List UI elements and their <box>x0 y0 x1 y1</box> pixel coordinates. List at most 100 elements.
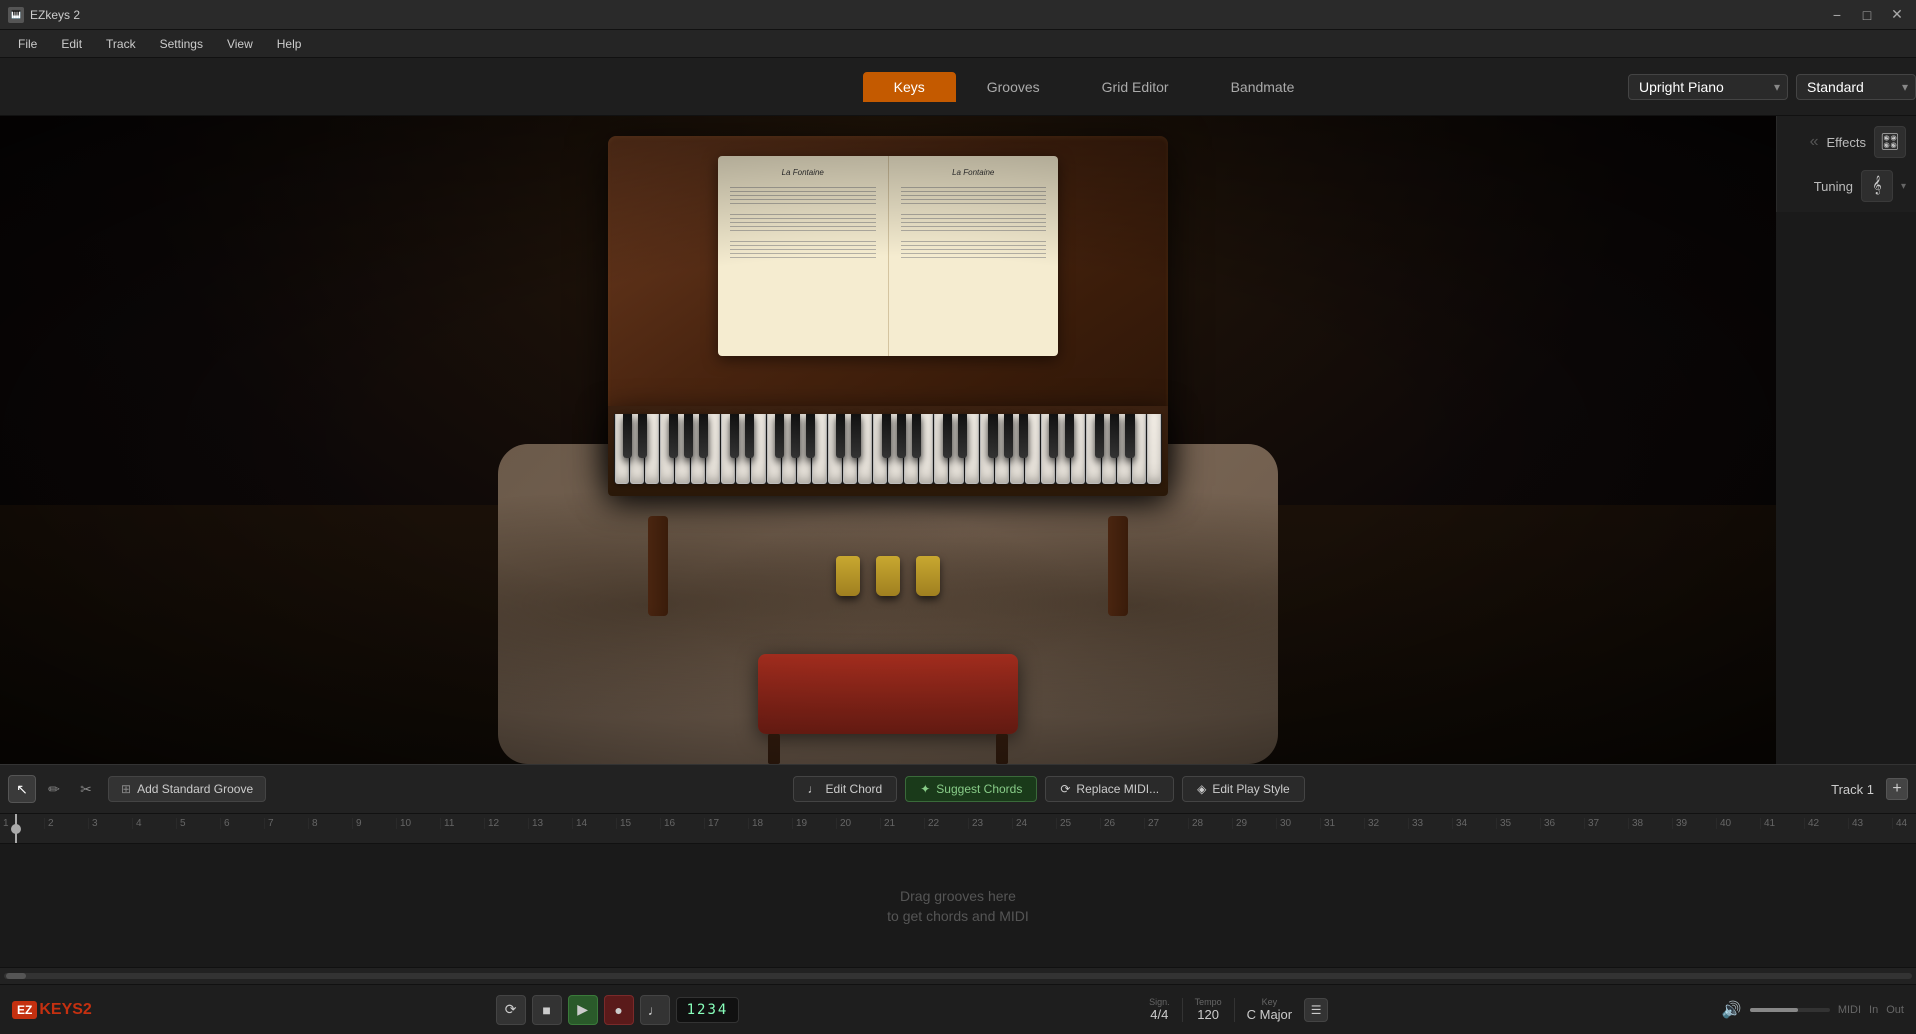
ruler-mark-40: 40 <box>1716 818 1760 829</box>
white-key[interactable] <box>919 414 933 484</box>
edit-play-style-button[interactable]: ◈ Edit Play Style <box>1182 776 1305 802</box>
volume-slider[interactable] <box>1750 1008 1830 1012</box>
ruler-mark-23: 23 <box>968 818 1012 829</box>
timeline-track[interactable]: Drag grooves here to get chords and MIDI <box>0 844 1916 968</box>
close-button[interactable]: ✕ <box>1886 4 1908 26</box>
instrument-selector-wrapper[interactable]: Upright Piano <box>1628 74 1788 100</box>
side-effects-row[interactable]: « Effects 🎛 <box>1777 122 1916 162</box>
pedal-left[interactable] <box>836 556 860 596</box>
white-key[interactable] <box>1056 414 1070 484</box>
menu-view[interactable]: View <box>217 35 263 53</box>
piano-leg-left <box>648 516 668 616</box>
ruler-mark-5: 5 <box>176 818 220 829</box>
suggest-chords-button[interactable]: ✦ Suggest Chords <box>905 776 1037 802</box>
preset-selector[interactable]: Standard <box>1796 74 1916 100</box>
sheet-music: La Fontaine <box>718 156 1058 356</box>
white-key[interactable] <box>1147 414 1161 484</box>
pencil-tool-button[interactable]: ✏ <box>40 775 68 803</box>
white-key[interactable] <box>660 414 674 484</box>
white-key[interactable] <box>934 414 948 484</box>
white-keys[interactable] <box>614 414 1162 484</box>
add-groove-button[interactable]: ⊞ Add Standard Groove <box>108 776 266 802</box>
white-key[interactable] <box>904 414 918 484</box>
bottom-toolbar: ↖ ✏ ✂ ⊞ Add Standard Groove ♩ Edit Chord… <box>0 764 1916 814</box>
white-key[interactable] <box>797 414 811 484</box>
select-tool-button[interactable]: ↖ <box>8 775 36 803</box>
white-key[interactable] <box>965 414 979 484</box>
stop-button[interactable]: ■ <box>532 995 562 1025</box>
effects-icon: 🎛 <box>1880 132 1900 152</box>
tab-grooves[interactable]: Grooves <box>956 72 1071 102</box>
add-groove-icon: ⊞ <box>121 782 131 796</box>
record-button[interactable]: ● <box>604 995 634 1025</box>
white-key[interactable] <box>1117 414 1131 484</box>
pedal-center[interactable] <box>876 556 900 596</box>
white-key[interactable] <box>843 414 857 484</box>
white-key[interactable] <box>645 414 659 484</box>
loop-button[interactable]: ⟳ <box>496 995 526 1025</box>
white-key[interactable] <box>691 414 705 484</box>
bench-leg-right <box>996 734 1008 764</box>
white-key[interactable] <box>858 414 872 484</box>
menu-edit[interactable]: Edit <box>51 35 92 53</box>
white-key[interactable] <box>782 414 796 484</box>
white-key[interactable] <box>706 414 720 484</box>
menu-file[interactable]: File <box>8 35 47 53</box>
white-key[interactable] <box>995 414 1009 484</box>
pedal-right[interactable] <box>916 556 940 596</box>
menu-help[interactable]: Help <box>267 35 312 53</box>
white-key[interactable] <box>675 414 689 484</box>
white-key[interactable] <box>736 414 750 484</box>
white-key[interactable] <box>1102 414 1116 484</box>
tab-bandmate[interactable]: Bandmate <box>1200 72 1326 102</box>
scroll-thumb[interactable] <box>6 973 26 979</box>
white-key[interactable] <box>1086 414 1100 484</box>
piano-body: La Fontaine <box>608 136 1168 556</box>
play-button[interactable]: ▶ <box>568 995 598 1025</box>
white-key[interactable] <box>751 414 765 484</box>
sheet-title-left: La Fontaine <box>730 168 876 177</box>
titlebar-left: 🎹 EZkeys 2 <box>8 7 80 23</box>
white-key[interactable] <box>980 414 994 484</box>
white-key[interactable] <box>1071 414 1085 484</box>
tab-keys[interactable]: Keys <box>863 72 956 102</box>
white-key[interactable] <box>1025 414 1039 484</box>
white-key[interactable] <box>873 414 887 484</box>
white-key[interactable] <box>615 414 629 484</box>
add-track-button[interactable]: + <box>1886 778 1908 800</box>
white-key[interactable] <box>630 414 644 484</box>
white-key[interactable] <box>888 414 902 484</box>
edit-chord-button[interactable]: ♩ Edit Chord <box>793 776 898 802</box>
white-key[interactable] <box>1010 414 1024 484</box>
scissors-tool-button[interactable]: ✂ <box>72 775 100 803</box>
white-key[interactable] <box>1132 414 1146 484</box>
effects-icon-box: 🎛 <box>1874 126 1906 158</box>
white-key[interactable] <box>828 414 842 484</box>
maximize-button[interactable]: □ <box>1856 4 1878 26</box>
ruler-mark-2: 2 <box>44 818 88 829</box>
white-key[interactable] <box>1041 414 1055 484</box>
bench-legs <box>768 734 1008 764</box>
replace-midi-button[interactable]: ⟳ Replace MIDI... <box>1045 776 1174 802</box>
music-stand: La Fontaine <box>718 156 1058 356</box>
menu-settings[interactable]: Settings <box>150 35 213 53</box>
menu-track[interactable]: Track <box>96 35 146 53</box>
scroll-track[interactable] <box>4 973 1912 979</box>
side-tuning-row[interactable]: Tuning 𝄞 ▾ <box>1777 166 1916 206</box>
metronome-button[interactable]: ♩ <box>640 995 670 1025</box>
timeline-scrollbar[interactable] <box>0 968 1916 984</box>
preset-selector-wrapper[interactable]: Standard <box>1796 74 1916 100</box>
instrument-selector[interactable]: Upright Piano <box>1628 74 1788 100</box>
app-title: EZkeys 2 <box>30 8 80 22</box>
white-key[interactable] <box>949 414 963 484</box>
white-key[interactable] <box>721 414 735 484</box>
ruler-mark-21: 21 <box>880 818 924 829</box>
effects-label: Effects <box>1826 135 1866 150</box>
white-key[interactable] <box>767 414 781 484</box>
white-key[interactable] <box>812 414 826 484</box>
ruler-mark-4: 4 <box>132 818 176 829</box>
transport-settings-button[interactable]: ☰ <box>1304 998 1328 1022</box>
tab-grid-editor[interactable]: Grid Editor <box>1071 72 1200 102</box>
info-divider-2 <box>1234 998 1235 1022</box>
minimize-button[interactable]: − <box>1826 4 1848 26</box>
